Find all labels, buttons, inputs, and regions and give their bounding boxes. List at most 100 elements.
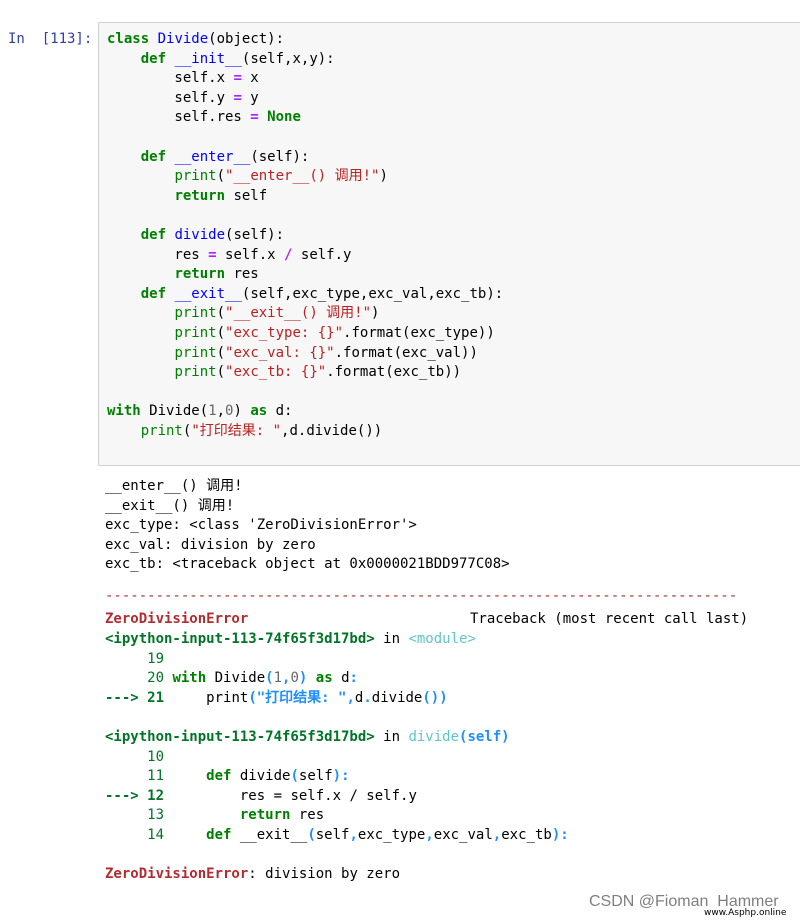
code-token: "exc_val: {}" <box>225 344 335 361</box>
code-line: return res <box>107 265 259 285</box>
code-token: def <box>140 227 167 243</box>
code-token: self.x <box>107 70 234 87</box>
code-line: res = self.x / self.y <box>107 246 351 266</box>
code-token: def <box>206 827 232 843</box>
code-token: , <box>349 827 358 843</box>
code-token: __enter__ <box>174 148 251 165</box>
frame-location: divide <box>408 729 460 745</box>
code-token: return <box>239 807 291 824</box>
code-token: , <box>492 827 502 843</box>
code-token: def <box>206 768 232 785</box>
code-token: ) <box>551 827 561 843</box>
code-token: ( <box>290 768 299 785</box>
code-token: ) <box>379 168 388 185</box>
code-token: divide <box>174 227 226 243</box>
traceback-line: 19 <box>105 650 165 667</box>
arrow-indicator: ---> 21 <box>105 689 165 706</box>
traceback-separator: ----------------------------------------… <box>105 588 738 604</box>
code-token: res <box>107 246 209 263</box>
code-token: , <box>346 689 355 706</box>
code-token: "exc_type: {}" <box>225 325 344 341</box>
code-token: res <box>290 807 325 824</box>
traceback-line: 10 <box>105 748 165 765</box>
code-line: def __init__(self,x,y): <box>107 50 335 70</box>
code-token: "打印结果: " <box>256 689 347 706</box>
code-token: (self,x,y): <box>241 50 335 67</box>
traceback-line: 20 with Divide(1,0) as d: <box>105 669 358 689</box>
code-token: with <box>107 403 141 420</box>
code-token: self.x <box>216 246 285 263</box>
final-error-message: : division by zero <box>248 866 401 882</box>
code-token: __exit__ <box>174 285 242 302</box>
code-token: exc_val <box>433 827 493 843</box>
code-token: res <box>225 266 259 283</box>
code-token: def <box>140 285 167 302</box>
frame-in: in <box>374 729 409 745</box>
code-token: self <box>315 827 350 843</box>
code-token: __init__ <box>174 50 242 67</box>
code-token: None <box>267 109 301 126</box>
code-token: : <box>560 827 569 843</box>
code-input-cell[interactable]: class Divide(object): def __init__(self,… <box>98 22 800 466</box>
traceback-line: 13 return res <box>105 806 324 826</box>
code-line: print("exc_tb: {}".format(exc_tb)) <box>107 363 461 383</box>
code-line: def __enter__(self): <box>107 148 310 168</box>
code-token: ( <box>216 305 226 322</box>
traceback-header-line: ZeroDivisionError <box>105 610 248 630</box>
code-token: class <box>107 31 150 47</box>
code-token: . <box>363 689 372 706</box>
code-token: self.y <box>292 246 352 263</box>
error-name: ZeroDivisionError <box>105 611 249 627</box>
code-line: self.res = None <box>107 108 301 128</box>
stdout-line: exc_tb: <traceback object at 0x0000021BD… <box>105 556 510 573</box>
code-token: ) <box>332 768 342 785</box>
code-token: ) <box>439 689 448 706</box>
code-token: ( <box>216 364 226 381</box>
code-token: print <box>174 344 217 361</box>
code-token: ( <box>216 344 226 361</box>
code-token: Divide <box>157 31 209 47</box>
code-token: self.res <box>107 109 251 126</box>
code-line: self.x = x <box>107 69 258 89</box>
code-token: return <box>174 187 226 204</box>
code-line: print("打印结果: ",d.divide()) <box>107 422 382 442</box>
arrow-indicator: ---> 12 <box>105 787 165 804</box>
code-token: def <box>140 148 167 165</box>
code-token: 1 <box>273 670 283 687</box>
stdout-line: exc_val: division by zero <box>105 536 316 553</box>
code-token: print <box>164 689 249 706</box>
code-token: Divide( <box>140 403 209 420</box>
code-token: .format(exc_type)) <box>343 325 495 341</box>
code-token: y <box>241 89 259 106</box>
stdout-line: __exit__() 调用! <box>105 497 235 514</box>
line-number: 20 <box>105 670 173 687</box>
code-token: with <box>172 670 207 687</box>
traceback-line: 11 def divide(self): <box>105 767 350 787</box>
code-line: print("__exit__() 调用!") <box>107 304 379 324</box>
code-token: ( <box>422 689 431 706</box>
code-token: (self): <box>250 148 310 165</box>
final-error-line: ZeroDivisionError: division by zero <box>105 865 400 885</box>
frame-location-args: (self) <box>459 729 510 745</box>
code-token: return <box>174 266 226 283</box>
code-token: ) <box>233 403 251 420</box>
code-token: = <box>250 109 259 126</box>
code-token: : <box>341 768 350 785</box>
code-token: "exc_tb: {}" <box>225 364 327 381</box>
traceback-line-current: ---> 21 print("打印结果: ",d.divide()) <box>105 689 448 709</box>
code-token: self.y <box>107 89 234 106</box>
line-number: 11 <box>105 768 207 785</box>
code-token: print <box>140 423 183 439</box>
code-token: ,d.divide()) <box>281 423 383 439</box>
